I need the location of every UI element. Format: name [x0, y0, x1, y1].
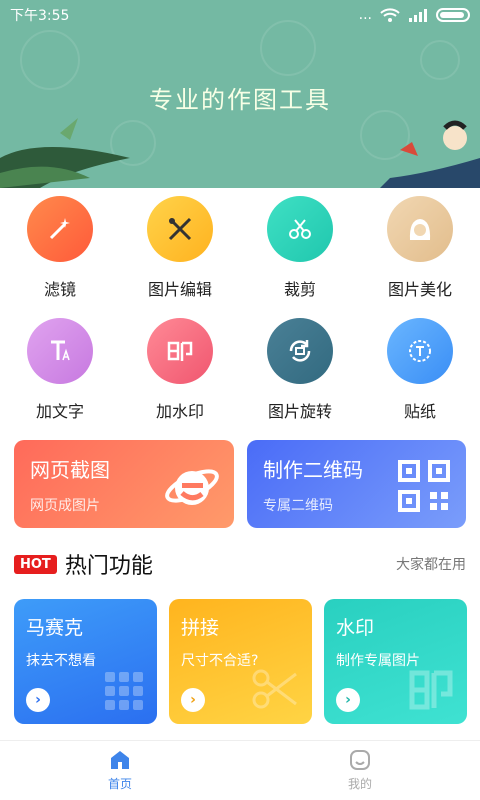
hot-card-subtitle: 抹去不想看	[26, 653, 96, 669]
tools-icon	[168, 217, 192, 241]
tool-rotate[interactable]: 图片旋转	[240, 318, 360, 422]
arrow-right-icon[interactable]: ›	[336, 688, 360, 712]
hot-title: 热门功能	[64, 554, 153, 579]
status-time: 下午3:55	[10, 8, 70, 24]
nav-profile[interactable]: 我的	[240, 741, 480, 800]
tool-image-edit-circle	[147, 196, 213, 262]
banner[interactable]: 下午3:55 ... 专业的作图工具	[0, 0, 480, 188]
tool-beautify-circle	[387, 196, 453, 262]
banner-title: 专业的作图工具	[149, 86, 331, 114]
nav-label: 首页	[107, 777, 132, 791]
tool-crop-circle	[267, 196, 333, 262]
nav-home[interactable]: 首页	[0, 741, 240, 800]
bottom-nav: 首页 我的	[0, 740, 480, 800]
battery-icon	[436, 8, 470, 22]
tool-label: 图片旋转	[267, 402, 332, 421]
watermark-icon	[167, 341, 193, 361]
tool-label: 滤镜	[43, 280, 76, 299]
arrow-right-icon[interactable]: ›	[26, 688, 50, 712]
magic-wand-icon	[49, 218, 70, 240]
tool-filter[interactable]: 滤镜	[0, 196, 120, 300]
tool-sticker-circle	[387, 318, 453, 384]
hot-more-link[interactable]: 大家都在用	[396, 554, 466, 574]
arrow-right-icon[interactable]: ›	[181, 688, 205, 712]
hot-card-title: 拼接	[181, 617, 220, 639]
wifi-icon	[380, 8, 400, 22]
hot-card-title: 马赛克	[26, 617, 84, 639]
tool-label: 图片美化	[387, 280, 452, 299]
feature-qrcode[interactable]: 制作二维码 专属二维码	[247, 440, 466, 528]
hot-card-watermark[interactable]: 水印 制作专属图片 ›	[324, 599, 467, 724]
ie-browser-icon	[165, 469, 219, 505]
hot-badge: HOT	[14, 554, 57, 574]
signal-icon	[409, 9, 427, 22]
nav-label: 我的	[347, 777, 372, 791]
tool-label: 图片编辑	[147, 280, 212, 299]
notification-dots-icon: ...	[358, 7, 372, 23]
home-icon	[111, 751, 129, 769]
tool-image-edit[interactable]: 图片编辑	[120, 196, 240, 300]
screen: 下午3:55 ... 专业的作图工具 滤镜 图片编辑 裁剪 图片美化 加文字 加…	[0, 0, 480, 800]
tool-add-watermark-circle	[147, 318, 213, 384]
scissors-icon	[252, 669, 297, 709]
mosaic-grid-icon	[105, 672, 143, 710]
sticker-icon	[409, 340, 431, 362]
hot-section-header: HOT 热门功能 大家都在用	[14, 548, 466, 580]
hot-card-subtitle: 尺寸不合适?	[181, 653, 259, 669]
tool-add-watermark[interactable]: 加水印	[120, 318, 240, 422]
rotate-icon	[289, 340, 311, 362]
tool-add-text[interactable]: 加文字	[0, 318, 120, 422]
tool-add-text-circle	[27, 318, 93, 384]
tool-label: 加文字	[35, 402, 84, 421]
profile-icon	[350, 750, 370, 770]
tool-label: 裁剪	[283, 280, 316, 299]
hot-card-mosaic[interactable]: 马赛克 抹去不想看 ›	[14, 599, 157, 724]
watermark-icon	[409, 670, 453, 710]
dragon-boat-decoration	[0, 118, 480, 188]
hot-card-subtitle: 制作专属图片	[336, 653, 420, 669]
tool-filter-circle	[27, 196, 93, 262]
tool-beautify[interactable]: 图片美化	[360, 196, 480, 300]
scissors-icon	[289, 219, 311, 239]
qrcode-icon	[398, 460, 450, 512]
tool-label: 加水印	[155, 402, 204, 421]
status-bar: 下午3:55 ...	[0, 0, 480, 30]
hot-card-title: 水印	[336, 617, 375, 639]
feature-webpage-screenshot[interactable]: 网页截图 网页成图片	[14, 440, 234, 528]
hot-card-stitch[interactable]: 拼接 尺寸不合适? ›	[169, 599, 312, 724]
tool-sticker[interactable]: 贴纸	[360, 318, 480, 422]
face-icon	[409, 219, 431, 240]
text-icon	[51, 340, 70, 361]
tool-rotate-circle	[267, 318, 333, 384]
tool-label: 贴纸	[403, 402, 436, 421]
tool-crop[interactable]: 裁剪	[240, 196, 360, 300]
